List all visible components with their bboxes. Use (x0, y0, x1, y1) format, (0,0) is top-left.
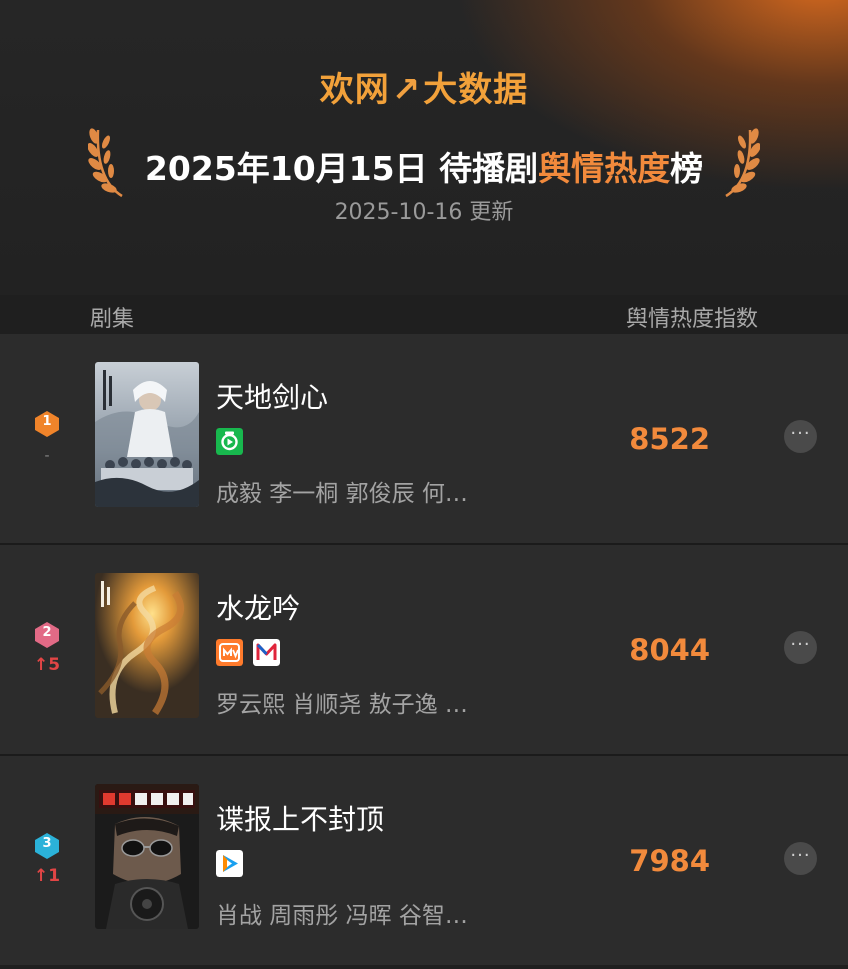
migu-icon (253, 639, 280, 666)
rank-badge: 1 (34, 410, 60, 438)
cast-list: 罗云熙 肖顺尧 敖子逸 … (216, 692, 468, 718)
ranking-row[interactable]: 3 ↑1 谍报上不封顶 肖战 周雨彤 冯晖 谷智… 7984 ··· (0, 756, 848, 965)
title-prefix: 2025年10月15日 待播剧 (144, 149, 539, 188)
update-date: 2025-10-16 更新 (334, 200, 514, 225)
brand-mark-icon: ↗ (391, 70, 422, 110)
ranking-row[interactable]: 1 - 天地剑心 成毅 李一桐 郭俊辰 何… 8522 ··· (0, 334, 848, 543)
rank-badge: 3 (34, 832, 60, 860)
column-header: 剧集 舆情热度指数 (0, 295, 848, 333)
brand-logo: 欢网↗大数据 (0, 62, 848, 111)
tencent-video-icon (216, 850, 243, 877)
brand-name-left: 欢网 (319, 70, 390, 110)
cast-list: 肖战 周雨彤 冯晖 谷智… (216, 903, 468, 929)
poster-image[interactable] (95, 573, 199, 718)
ranking-row[interactable]: 2 ↑5 水龙吟 罗云熙 肖顺尧 敖子逸 … 8044 ··· (0, 545, 848, 754)
rank-badge: 2 (34, 621, 60, 649)
heat-index: 7984 (629, 844, 710, 878)
rank-change: ↑1 (33, 866, 61, 886)
platform-list (216, 428, 243, 456)
column-index: 舆情热度指数 (625, 307, 758, 332)
rank-number: 2 (42, 625, 52, 640)
title-highlight: 舆情热度 (538, 149, 671, 188)
show-title[interactable]: 水龙吟 (216, 587, 300, 627)
platform-list (216, 639, 280, 667)
heat-index: 8044 (629, 633, 710, 667)
column-show: 剧集 (90, 307, 135, 332)
platform-list (216, 850, 243, 878)
title-suffix: 榜 (670, 149, 704, 188)
rank-number: 1 (42, 414, 52, 429)
iqiyi-icon (216, 428, 243, 455)
more-options-button[interactable]: ··· (784, 842, 817, 875)
rank-change: - (44, 448, 50, 464)
heat-index: 8522 (629, 422, 710, 456)
cast-list: 成毅 李一桐 郭俊辰 何… (216, 481, 468, 507)
more-options-button[interactable]: ··· (784, 420, 817, 453)
rank-change: ↑5 (33, 655, 61, 675)
header-banner: 欢网↗大数据 2025年10月15日 待播剧舆情热度榜 2025-10-16 更… (0, 0, 848, 295)
poster-image[interactable] (95, 784, 199, 929)
poster-image[interactable] (95, 362, 199, 507)
mango-tv-icon (216, 639, 243, 666)
show-title[interactable]: 谍报上不封顶 (216, 798, 384, 838)
rank-number: 3 (42, 836, 52, 851)
brand-name-right: 大数据 (423, 70, 529, 110)
show-title[interactable]: 天地剑心 (216, 376, 328, 416)
laurel-right-icon (725, 128, 760, 198)
more-options-button[interactable]: ··· (784, 631, 817, 664)
